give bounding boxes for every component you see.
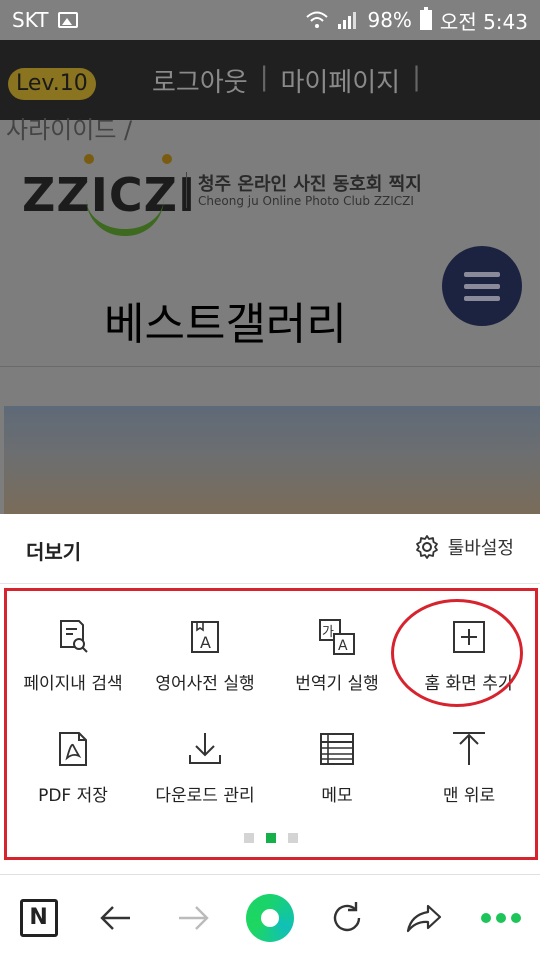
add-to-home-button[interactable]: 홈 화면 추가 xyxy=(403,591,535,703)
more-menu-sheet: 더보기 툴바설정 페이지내 검색 A 영어사전 실행 가 A 번역기 실행 홈 … xyxy=(0,514,540,874)
nav-separator: | xyxy=(412,62,421,92)
arrow-left-icon xyxy=(100,905,130,930)
page-indicator xyxy=(7,833,535,843)
sheet-title: 더보기 xyxy=(26,540,82,564)
naver-home-button[interactable]: N xyxy=(11,890,67,946)
english-dictionary-button[interactable]: A 영어사전 실행 xyxy=(139,591,271,703)
scroll-top-icon xyxy=(453,732,485,765)
menu-icon-bar xyxy=(464,283,500,289)
nav-separator: | xyxy=(259,62,269,92)
translator-button[interactable]: 가 A 번역기 실행 xyxy=(271,591,403,703)
add-home-icon xyxy=(453,621,485,653)
download-manager-button[interactable]: 다운로드 관리 xyxy=(139,703,271,815)
menu-icon-bar xyxy=(464,271,500,277)
status-bar: SKT 98% 오전 5:43 xyxy=(0,0,540,40)
download-icon xyxy=(189,733,221,764)
green-dot-button[interactable] xyxy=(242,890,298,946)
translator-label: 번역기 실행 xyxy=(295,674,379,694)
dictionary-icon: A xyxy=(191,621,219,653)
more-button[interactable] xyxy=(473,890,529,946)
sheet-header: 더보기 툴바설정 xyxy=(0,514,540,584)
translator-icon: 가 A xyxy=(319,619,355,655)
image-notification-icon xyxy=(58,12,79,28)
highlighted-menu-area: 페이지내 검색 A 영어사전 실행 가 A 번역기 실행 홈 화면 추가 PDF… xyxy=(4,588,538,860)
download-manager-label: 다운로드 관리 xyxy=(155,786,255,806)
page-search-button[interactable]: 페이지내 검색 xyxy=(7,591,139,703)
refresh-icon xyxy=(333,901,361,931)
page-search-icon xyxy=(60,620,88,653)
web-page-dimmed: Lev.10 로그아웃 | 마이페이지 | 사라이이드 / ZZICZI 청주 … xyxy=(0,40,540,514)
menu-icon-bar xyxy=(464,295,500,301)
svg-text:A: A xyxy=(338,638,348,654)
site-logo[interactable]: ZZICZI 청주 온라인 사진 동호회 찍지 Cheong ju Online… xyxy=(0,120,540,270)
logo-dot xyxy=(84,154,94,164)
arrow-right-icon xyxy=(178,905,209,930)
scroll-to-top-button[interactable]: 맨 위로 xyxy=(403,703,535,815)
svg-text:가: 가 xyxy=(322,625,334,640)
toolbar-settings-label: 툴바설정 xyxy=(447,538,514,559)
share-icon xyxy=(407,904,442,932)
toolbar-settings-button[interactable]: 툴바설정 xyxy=(414,534,514,560)
gear-icon xyxy=(415,535,438,559)
scroll-to-top-label: 맨 위로 xyxy=(442,786,496,806)
memo-icon xyxy=(320,733,354,765)
more-dots-icon xyxy=(481,912,522,923)
hamburger-menu-button[interactable] xyxy=(442,246,522,326)
divider xyxy=(0,366,540,367)
club-name-english: Cheong ju Online Photo Club ZZICZI xyxy=(198,194,414,208)
wifi-icon xyxy=(306,11,329,28)
logo-divider xyxy=(186,172,187,208)
memo-label: 메모 xyxy=(321,786,353,806)
dot xyxy=(481,912,492,923)
refresh-button[interactable] xyxy=(319,890,375,946)
back-button[interactable] xyxy=(88,890,144,946)
dot xyxy=(496,912,507,923)
level-badge: Lev.10 xyxy=(8,68,96,100)
page-dot[interactable] xyxy=(244,833,254,843)
forward-button[interactable] xyxy=(165,890,221,946)
naver-n-icon: N xyxy=(19,898,58,937)
club-name-korean: 청주 온라인 사진 동호회 찍지 xyxy=(198,174,422,195)
logo-smile xyxy=(86,198,164,236)
save-pdf-button[interactable]: PDF 저장 xyxy=(7,703,139,815)
green-dot-icon xyxy=(245,893,294,942)
page-search-label: 페이지내 검색 xyxy=(23,674,123,694)
share-button[interactable] xyxy=(396,890,452,946)
gallery-photo[interactable] xyxy=(4,406,540,514)
battery-icon xyxy=(419,7,432,30)
battery-percent: 98% xyxy=(367,8,412,32)
logo-dot xyxy=(162,154,172,164)
memo-button[interactable]: 메모 xyxy=(271,703,403,815)
save-pdf-label: PDF 저장 xyxy=(38,786,108,806)
page-dot[interactable] xyxy=(288,833,298,843)
mypage-link[interactable]: 마이페이지 xyxy=(280,62,400,99)
svg-text:A: A xyxy=(200,633,211,652)
page-dot-active[interactable] xyxy=(266,833,276,843)
clock: 오전 5:43 xyxy=(439,9,528,34)
dot xyxy=(511,912,522,923)
pdf-icon xyxy=(59,732,87,766)
browser-bottom-toolbar: N xyxy=(0,874,540,960)
add-to-home-label: 홈 화면 추가 xyxy=(424,674,514,694)
site-top-bar: Lev.10 로그아웃 | 마이페이지 | 사라이이드 / xyxy=(0,40,540,144)
carrier-label: SKT xyxy=(12,8,49,32)
english-dictionary-label: 영어사전 실행 xyxy=(155,674,255,694)
page-title: 베스트갤러리 xyxy=(104,299,347,350)
logout-link[interactable]: 로그아웃 xyxy=(152,62,248,99)
signal-icon xyxy=(338,12,357,29)
